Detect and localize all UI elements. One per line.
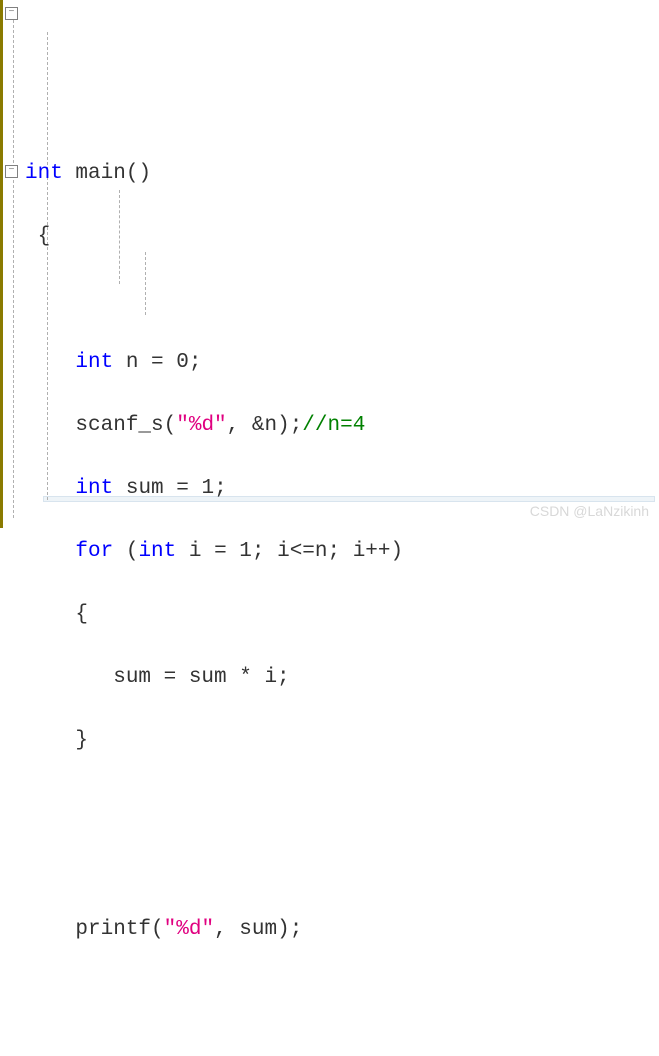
code-line [25,851,659,883]
code-line [25,977,659,1009]
fold-icon[interactable]: − [5,165,18,178]
number: 1 [201,477,214,500]
code-text: sum = sum * i; [113,666,289,689]
brace: { [38,225,51,248]
brace: { [75,603,88,626]
semicolon: ; [189,351,202,374]
code-line: for (int i = 1; i<=n; i++) [25,536,659,568]
code-line: int n = 0; [25,347,659,379]
number: 1 [239,540,252,563]
code-line: int sum = 1; [25,473,659,505]
paren: ( [113,540,138,563]
paren: ( [151,918,164,941]
semicolon: ; [290,414,303,437]
semicolon: ; [290,918,303,941]
code-line: sum = sum * i; [25,662,659,694]
code-line: } [25,725,659,757]
brace: } [75,729,88,752]
operator: () [126,162,151,185]
code-text: n = [113,351,176,374]
code-text: sum = [113,477,201,500]
code-line: scanf_s("%d", &n);//n=4 [25,410,659,442]
string: "%d" [164,918,214,941]
code-line: printf("%d", sum); [25,914,659,946]
code-text: i = [176,540,239,563]
code-text: , sum) [214,918,290,941]
code-line [25,284,659,316]
keyword: int [75,351,113,374]
code-line: int main() [25,158,659,190]
identifier [63,162,76,185]
code-editor: − − int main() { int n = 0; scanf_s("%d"… [0,0,659,528]
identifier: printf [75,918,151,941]
paren: ( [164,414,177,437]
code-area[interactable]: int main() { int n = 0; scanf_s("%d", &n… [21,0,659,528]
code-line [25,788,659,820]
number: 0 [176,351,189,374]
semicolon: ; [214,477,227,500]
code-text: , &n) [227,414,290,437]
keyword: int [75,477,113,500]
comment: //n=4 [302,414,365,437]
identifier: scanf_s [75,414,163,437]
code-text: ; i<=n; i++) [252,540,403,563]
keyword: int [25,162,63,185]
code-line: { [25,599,659,631]
identifier: main [75,162,125,185]
keyword: for [75,540,113,563]
keyword: int [138,540,176,563]
code-line [25,1040,659,1056]
code-line: { [25,221,659,253]
gutter: − − [0,0,21,528]
fold-icon[interactable]: − [5,7,18,20]
string: "%d" [176,414,226,437]
